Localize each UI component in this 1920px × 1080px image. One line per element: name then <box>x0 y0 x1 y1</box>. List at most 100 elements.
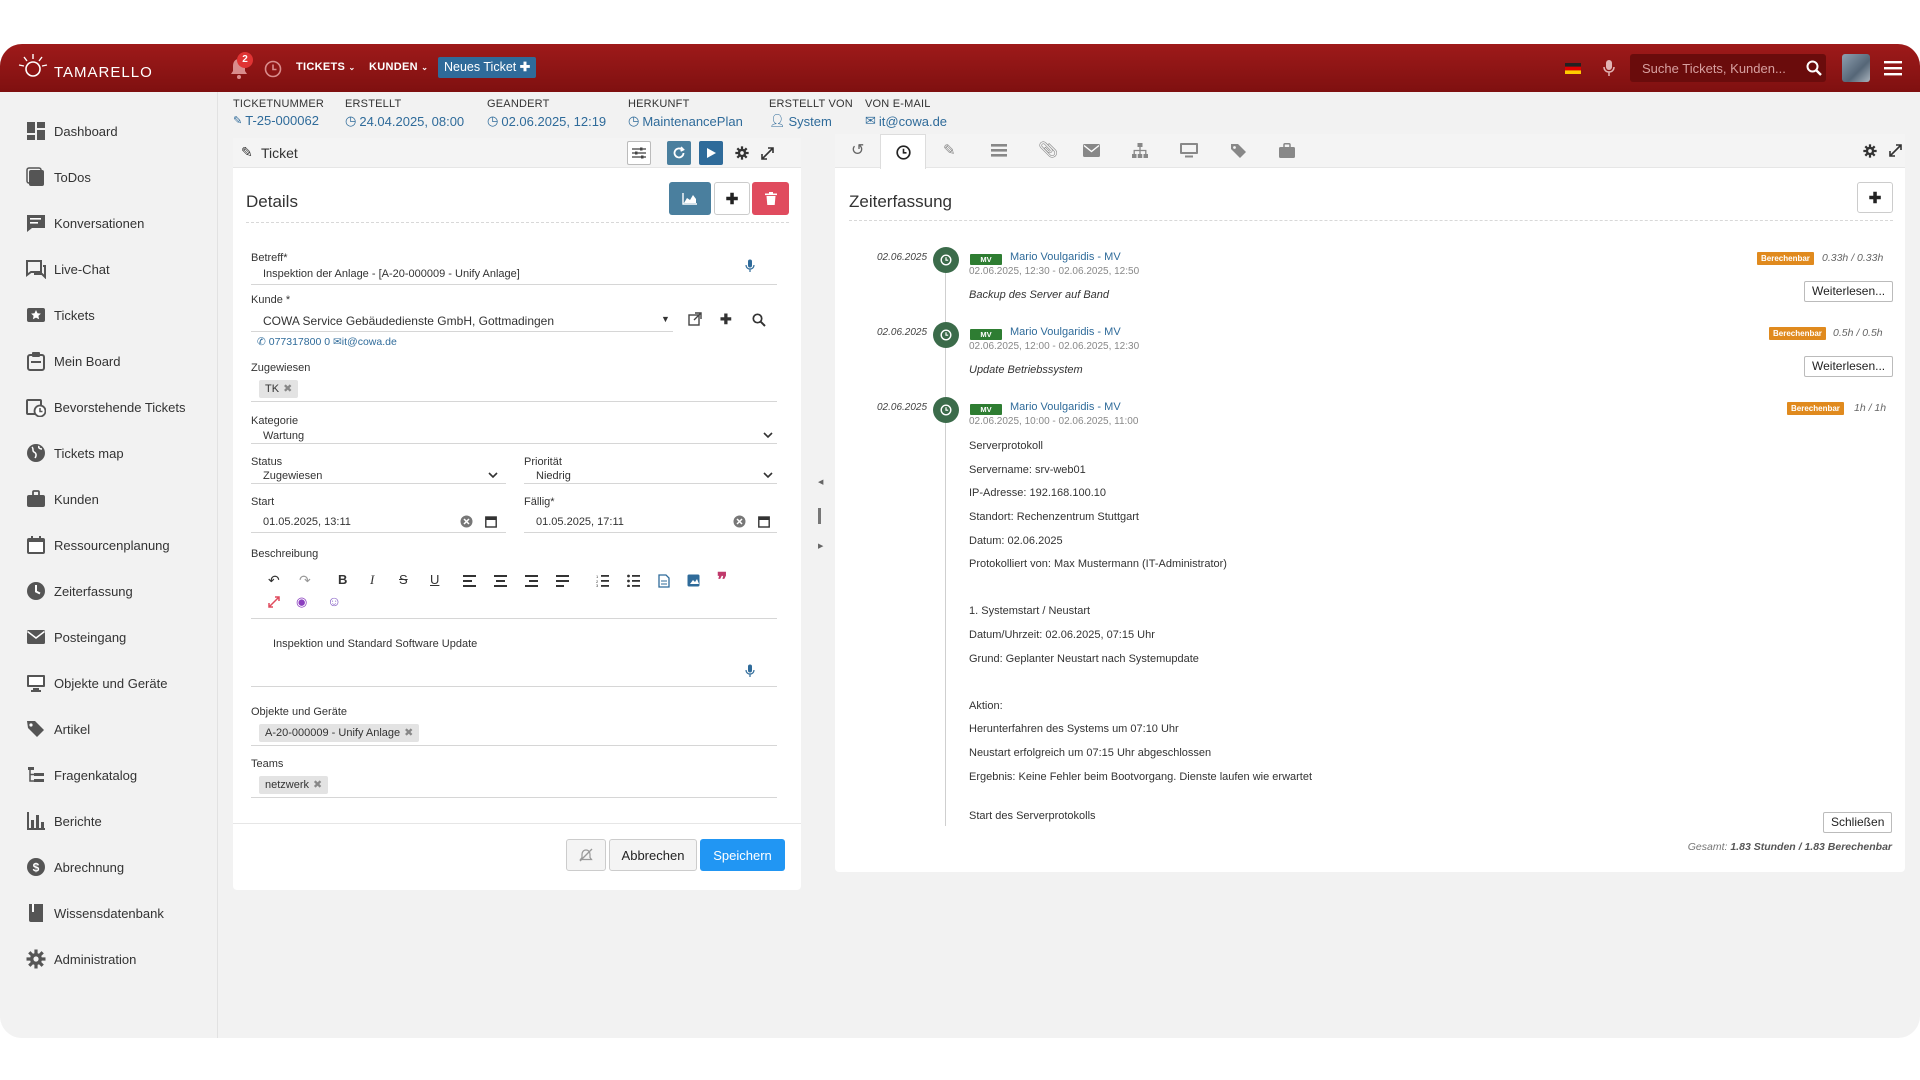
assignee-chip[interactable]: TK ✖ <box>259 380 299 398</box>
start-input[interactable]: 01.05.2025, 13:11 <box>263 516 351 528</box>
sidebar-item-konversationen[interactable]: Konversationen <box>26 211 144 235</box>
add-button[interactable]: ✚ <box>714 182 750 215</box>
prioritaet-select[interactable]: Niedrig <box>536 470 571 482</box>
entry-2-user-name[interactable]: Mario Voulgaridis - MV <box>1010 326 1121 338</box>
underline-icon[interactable]: U <box>430 572 439 587</box>
tab-zeiterfassung[interactable] <box>880 134 926 169</box>
strikethrough-icon[interactable]: S <box>399 572 408 587</box>
entry-1-read-more-button[interactable]: Weiterlesen... <box>1804 281 1894 302</box>
remove-icon[interactable]: ✖ <box>313 776 322 794</box>
tags-icon[interactable] <box>1231 143 1247 158</box>
entry-3-user-name[interactable]: Mario Voulgaridis - MV <box>1010 401 1121 413</box>
redo-icon[interactable]: ↷ <box>299 572 311 589</box>
sidebar-item-wissensdatenbank[interactable]: Wissensdatenbank <box>26 901 164 925</box>
nav-kunden[interactable]: KUNDEN ⌄ <box>369 61 428 73</box>
sidebar-item-mein-board[interactable]: Mein Board <box>26 349 120 373</box>
object-chip[interactable]: A-20-000009 - Unify Anlage ✖ <box>259 724 420 742</box>
document-icon[interactable] <box>658 574 670 588</box>
panel-settings-button[interactable] <box>730 141 754 165</box>
refresh-button[interactable] <box>667 141 691 165</box>
gear-icon[interactable] <box>1863 144 1877 158</box>
calendar-icon[interactable] <box>758 515 770 528</box>
german-flag-icon[interactable] <box>1565 63 1581 74</box>
clear-icon[interactable] <box>460 515 473 528</box>
play-button[interactable] <box>699 141 723 165</box>
sidebar-item-zeiterfassung[interactable]: Zeiterfassung <box>26 579 133 603</box>
align-center-icon[interactable] <box>494 575 507 587</box>
image-icon[interactable] <box>687 574 700 587</box>
clear-icon[interactable] <box>733 515 746 528</box>
microphone-icon[interactable] <box>1602 59 1616 77</box>
clock-icon[interactable] <box>264 60 282 78</box>
caret-down-icon[interactable]: ▼ <box>661 314 670 324</box>
chevron-down-icon[interactable] <box>488 472 498 479</box>
align-left-icon[interactable] <box>463 575 476 587</box>
delete-button[interactable] <box>752 182 789 215</box>
hamburger-menu-icon[interactable] <box>1884 60 1902 76</box>
sidebar-item-bevorstehende-tickets[interactable]: Bevorstehende Tickets <box>26 395 186 419</box>
remove-icon[interactable]: ✖ <box>283 380 292 398</box>
sidebar-item-berichte[interactable]: Berichte <box>26 809 102 833</box>
entry-1-user-name[interactable]: Mario Voulgaridis - MV <box>1010 251 1121 263</box>
cancel-button[interactable]: Abbrechen <box>609 839 697 871</box>
faellig-input[interactable]: 01.05.2025, 17:11 <box>536 516 624 528</box>
user-avatar[interactable] <box>1842 54 1870 82</box>
expand-button[interactable] <box>755 141 779 165</box>
emoji-icon[interactable]: ☺ <box>327 593 341 609</box>
bold-icon[interactable]: B <box>338 572 347 587</box>
panel-splitter[interactable]: ◀ ▶ <box>818 478 823 578</box>
search-icon[interactable] <box>752 313 766 327</box>
add-time-entry-button[interactable]: ✚ <box>1857 182 1893 213</box>
list-icon[interactable] <box>991 144 1007 157</box>
chart-button[interactable] <box>669 182 711 215</box>
search-icon[interactable] <box>1806 60 1822 76</box>
align-right-icon[interactable] <box>525 575 538 587</box>
sidebar-item-live-chat[interactable]: Live-Chat <box>26 257 110 281</box>
betreff-input[interactable]: Inspektion der Anlage - [A-20-000009 - U… <box>263 268 520 280</box>
entry-2-read-more-button[interactable]: Weiterlesen... <box>1804 356 1894 377</box>
chevron-down-icon[interactable] <box>763 472 773 479</box>
sidebar-item-abrechnung[interactable]: $ Abrechnung <box>26 855 124 879</box>
sidebar-item-artikel[interactable]: Artikel <box>26 717 90 741</box>
logo[interactable]: TAMARELLO <box>18 52 153 84</box>
sidebar-item-objekte-und-geraete[interactable]: Objekte und Geräte <box>26 671 167 695</box>
sidebar-item-tickets[interactable]: Tickets <box>26 303 95 327</box>
fullscreen-icon[interactable] <box>268 596 280 608</box>
status-select[interactable]: Zugewiesen <box>263 470 322 482</box>
align-justify-icon[interactable] <box>556 575 569 587</box>
team-chip[interactable]: netzwerk ✖ <box>259 776 329 794</box>
sidebar-item-posteingang[interactable]: Posteingang <box>26 625 126 649</box>
notify-off-button[interactable] <box>566 839 606 871</box>
italic-icon[interactable]: I <box>370 572 374 588</box>
sidebar-item-ressourcenplanung[interactable]: Ressourcenplanung <box>26 533 170 557</box>
sidebar-item-fragenkatalog[interactable]: Fragenkatalog <box>26 763 137 787</box>
envelope-icon[interactable] <box>1083 144 1100 157</box>
kunde-select[interactable]: COWA Service Gebäudedienste GmbH, Gottma… <box>263 314 554 328</box>
calendar-icon[interactable] <box>485 515 497 528</box>
global-search-input[interactable] <box>1630 54 1826 82</box>
sidebar-item-dashboard[interactable]: Dashboard <box>26 119 118 143</box>
external-link-icon[interactable] <box>688 312 702 326</box>
quote-icon[interactable]: ❞ <box>717 569 727 592</box>
beschreibung-editor[interactable]: Inspektion und Standard Software Update <box>273 638 477 650</box>
ordered-list-icon[interactable]: 123 <box>596 574 609 587</box>
edit-icon[interactable]: ✎ <box>943 141 956 159</box>
nav-tickets[interactable]: TICKETS ⌄ <box>296 61 356 73</box>
paperclip-icon[interactable]: 📎︎ <box>1038 140 1058 160</box>
kategorie-select[interactable]: Wartung <box>263 430 304 442</box>
chevron-down-icon[interactable] <box>763 432 773 439</box>
sitemap-icon[interactable] <box>1132 143 1148 158</box>
microphone-icon[interactable] <box>745 664 755 678</box>
add-customer-icon[interactable]: ✚ <box>720 311 732 328</box>
new-ticket-button[interactable]: Neues Ticket ✚ <box>438 57 537 78</box>
filter-settings-button[interactable] <box>627 141 651 165</box>
monitor-icon[interactable] <box>1180 143 1198 158</box>
sidebar-item-tickets-map[interactable]: Tickets map <box>26 441 124 465</box>
entry-3-close-button[interactable]: Schließen <box>1823 812 1893 833</box>
expand-icon[interactable] <box>1889 144 1902 157</box>
undo-icon[interactable]: ↶ <box>268 572 280 589</box>
sidebar-item-administration[interactable]: Administration <box>26 947 136 971</box>
preview-eye-icon[interactable]: ◉ <box>296 594 307 610</box>
remove-icon[interactable]: ✖ <box>404 724 413 742</box>
history-icon[interactable]: ↺ <box>851 140 864 160</box>
